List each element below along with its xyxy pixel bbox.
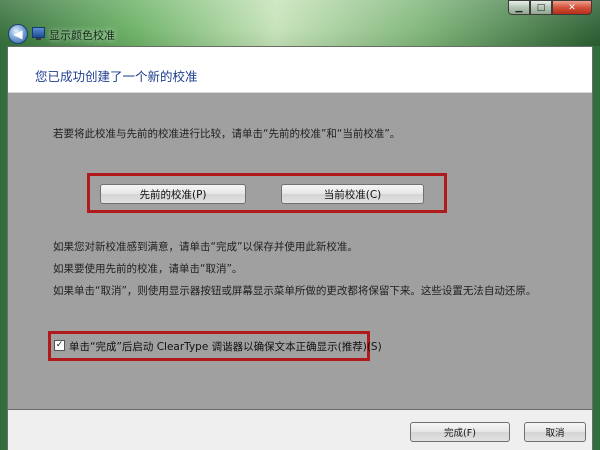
- cleartype-checkbox-label[interactable]: 单击“完成”后启动 ClearType 调谐器以确保文本正确显示(推荐)(S): [69, 339, 382, 354]
- satisfied-instructions: 如果您对新校准感到满意，请单击“完成”以保存并使用此新校准。: [53, 241, 358, 253]
- previous-calibration-button[interactable]: 先前的校准(P): [100, 184, 246, 204]
- current-calibration-button[interactable]: 当前校准(C): [281, 184, 424, 204]
- title-bar: ◀ 显示颜色校准 ▁ □ ✕: [0, 0, 600, 46]
- finish-button[interactable]: 完成(F): [410, 422, 510, 442]
- window-controls: ▁ □ ✕: [508, 0, 592, 15]
- maximize-button[interactable]: □: [530, 0, 552, 15]
- minimize-button[interactable]: ▁: [508, 0, 530, 15]
- cancel-note: 如果单击“取消”，则使用显示器按钮或屏幕显示菜单所做的更改都将保留下来。这些设置…: [53, 285, 537, 297]
- close-button[interactable]: ✕: [552, 0, 592, 15]
- cancel-button[interactable]: 取消: [524, 422, 586, 442]
- previous-instructions: 如果要使用先前的校准，请单击“取消”。: [53, 263, 243, 275]
- minimize-icon: ▁: [515, 2, 523, 13]
- checkmark-icon: ✓: [55, 340, 64, 350]
- monitor-icon: [32, 27, 45, 40]
- close-icon: ✕: [568, 2, 576, 13]
- cleartype-checkbox[interactable]: ✓: [54, 340, 65, 351]
- maximize-icon: □: [536, 2, 546, 13]
- window-title: 显示颜色校准: [49, 29, 115, 42]
- wizard-content: 您已成功创建了一个新的校准 若要将此校准与先前的校准进行比较，请单击“先前的校准…: [7, 46, 593, 410]
- compare-instructions: 若要将此校准与先前的校准进行比较，请单击“先前的校准”和“当前校准”。: [53, 128, 401, 140]
- footer-band: 完成(F) 取消: [7, 410, 593, 450]
- page-title: 您已成功创建了一个新的校准: [35, 69, 198, 84]
- header-band: 您已成功创建了一个新的校准: [8, 47, 592, 93]
- back-button[interactable]: ◀: [8, 24, 28, 44]
- back-arrow-icon: ◀: [13, 27, 23, 41]
